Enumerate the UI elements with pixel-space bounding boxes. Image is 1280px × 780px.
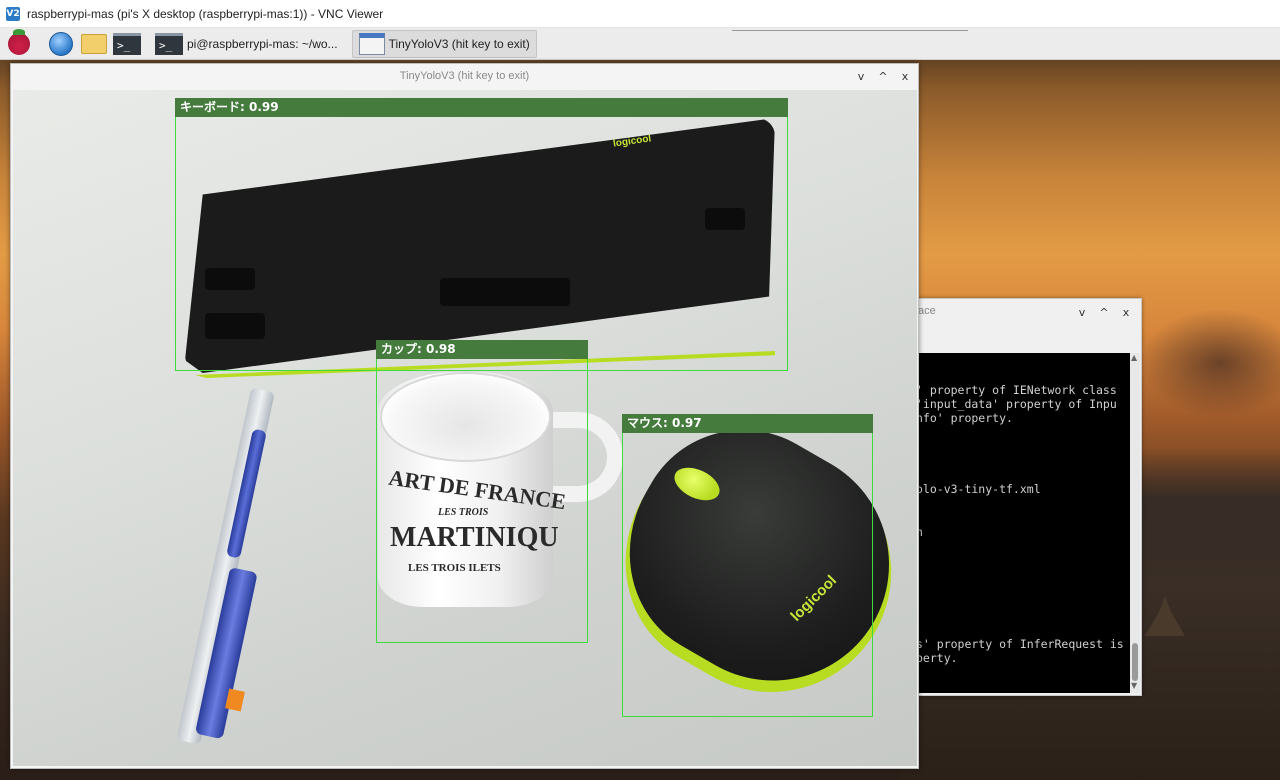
scroll-down-arrow-icon[interactable]: ▼	[1131, 681, 1137, 690]
camera-view: logicool ART DE FRANCE LES TROIS MARTINI…	[13, 90, 917, 766]
close-button[interactable]: x	[1117, 304, 1135, 320]
detection-box-cup: カップ: 0.98	[376, 340, 588, 643]
vnc-window-title: raspberrypi-mas (pi's X desktop (raspber…	[27, 6, 384, 21]
vnc-app-icon: V2	[6, 6, 20, 21]
detection-label: キーボード: 0.99	[175, 98, 788, 117]
terminal-title-bar: ace v ^ x	[906, 299, 1141, 325]
detection-label: カップ: 0.98	[376, 340, 588, 359]
detection-box-mouse: マウス: 0.97	[622, 414, 873, 717]
taskbar-task-label: pi@raspberrypi-mas: ~/wo...	[187, 36, 338, 51]
terminal-line: olo-v3-tiny-tf.xml	[916, 482, 1041, 496]
terminal-line: ' property of IENetwork class	[916, 383, 1117, 397]
taskbar-task-label: TinyYoloV3 (hit key to exit)	[388, 36, 530, 51]
terminal-line: s' property of InferRequest is	[916, 637, 1124, 651]
terminal-window-title: ace	[918, 305, 936, 317]
terminal-icon: >_	[155, 32, 183, 55]
scroll-up-arrow-icon[interactable]: ▲	[1131, 353, 1137, 362]
taskbar-search-line	[732, 28, 968, 31]
background-cloud	[1140, 308, 1280, 418]
web-browser-icon[interactable]	[47, 31, 75, 57]
cutter-label	[225, 688, 245, 712]
terminal-icon[interactable]: >_	[113, 31, 141, 57]
detection-label: マウス: 0.97	[622, 414, 873, 433]
terminal-line: perty.	[916, 651, 958, 665]
terminal-line: 'input_data' property of Inpu	[916, 397, 1117, 411]
terminal-window[interactable]: ace v ^ x ' property of IENetwork class …	[905, 298, 1142, 696]
terminal-output[interactable]: ' property of IENetwork class 'input_dat…	[916, 353, 1130, 693]
maximize-button[interactable]: ^	[1095, 304, 1113, 320]
minimize-button[interactable]: v	[1073, 304, 1091, 320]
tinyyolo-title-bar: TinyYoloV3 (hit key to exit) v ^ x	[11, 64, 918, 88]
terminal-line: nfo' property.	[916, 411, 1013, 425]
taskbar: >_ >_ pi@raspberrypi-mas: ~/wo... TinyYo…	[0, 28, 1280, 60]
tinyyolo-window-title: TinyYoloV3 (hit key to exit)	[399, 70, 530, 82]
taskbar-task-tinyyolo[interactable]: TinyYoloV3 (hit key to exit)	[351, 29, 537, 58]
box-cutter-object	[176, 387, 313, 750]
file-manager-icon[interactable]	[80, 31, 108, 57]
taskbar-task-terminal[interactable]: >_ pi@raspberrypi-mas: ~/wo...	[149, 30, 344, 58]
terminal-scrollbar[interactable]: ▲ ▼	[1130, 353, 1140, 693]
raspberry-pi-menu-icon[interactable]	[5, 28, 33, 57]
detection-box-keyboard: キーボード: 0.99	[175, 98, 788, 371]
vnc-title-bar: V2 raspberrypi-mas (pi's X desktop (rasp…	[0, 0, 1280, 28]
window-icon	[358, 32, 385, 55]
scrollbar-thumb[interactable]	[1132, 643, 1138, 681]
tinyyolo-window[interactable]: TinyYoloV3 (hit key to exit) v ^ x logic…	[10, 63, 919, 769]
